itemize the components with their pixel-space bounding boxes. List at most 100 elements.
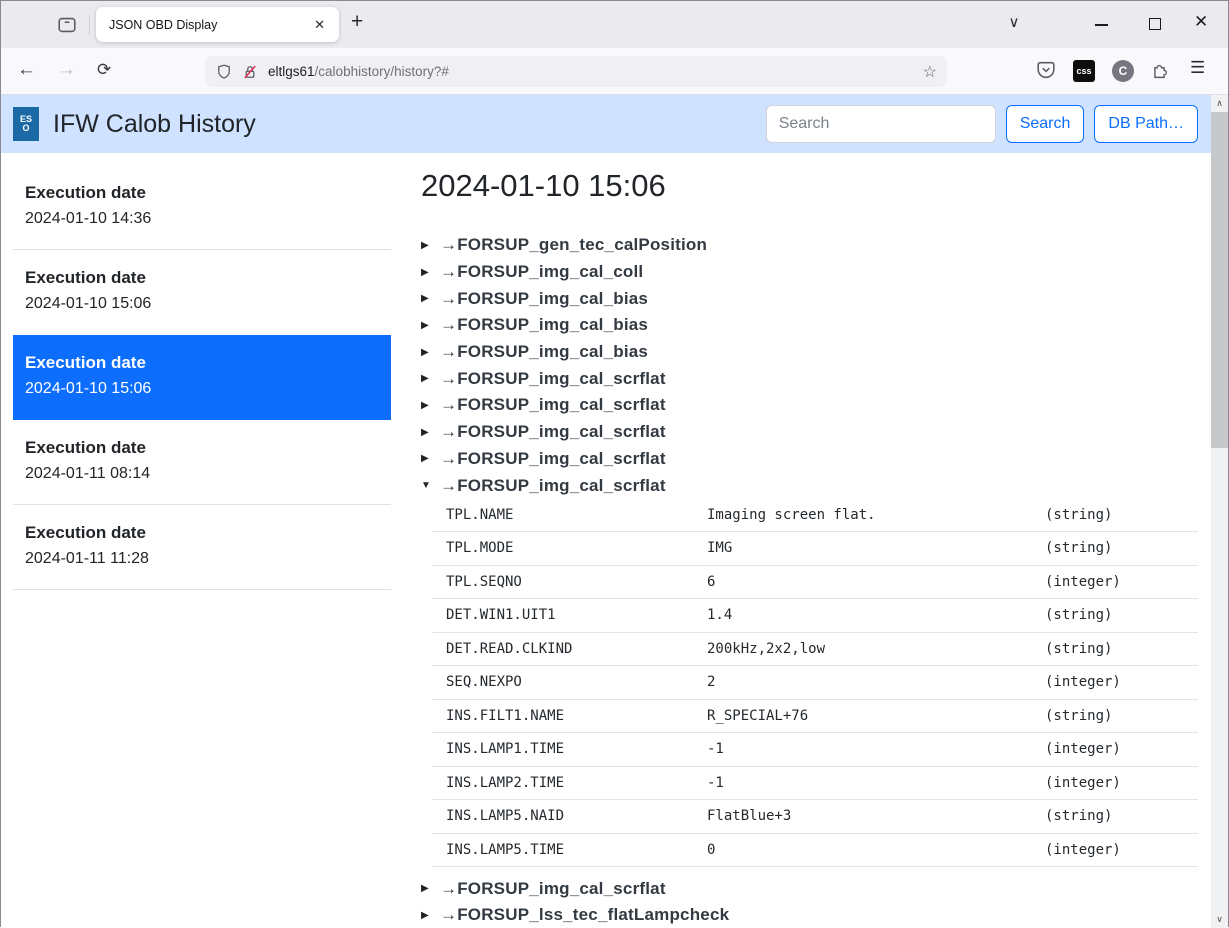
main-panel: 2024-01-10 15:06 ▶ →FORSUP_gen_tec_calPo…: [421, 153, 1198, 928]
param-key: TPL.NAME: [432, 507, 707, 523]
close-tab-icon[interactable]: ✕: [310, 15, 329, 35]
tree-item-label: →FORSUP_img_cal_bias: [440, 315, 648, 335]
execution-date-item[interactable]: Execution date 2024-01-11 11:28: [13, 505, 391, 590]
browser-tab[interactable]: JSON OBD Display ✕: [96, 7, 339, 42]
window-maximize-button[interactable]: [1149, 18, 1161, 30]
execution-date-list: Execution date 2024-01-10 14:36 Executio…: [13, 165, 391, 590]
hamburger-menu-icon[interactable]: ☰: [1190, 58, 1205, 78]
caret-icon: ▶: [421, 883, 433, 894]
execution-date-item[interactable]: Execution date 2024-01-10 15:06: [13, 250, 391, 335]
caret-icon: ▶: [421, 427, 433, 438]
table-row: SEQ.NEXPO 2 (integer): [432, 666, 1198, 700]
caret-icon: ▼: [421, 480, 433, 491]
param-key: TPL.SEQNO: [432, 574, 707, 590]
tree-item[interactable]: ▶ →FORSUP_img_cal_bias: [421, 312, 1198, 339]
execution-date-label: Execution date: [25, 523, 367, 543]
vertical-scrollbar[interactable]: ∧ ∨: [1211, 95, 1228, 928]
insecure-lock-icon[interactable]: [241, 63, 259, 81]
tree-item[interactable]: ▶ →FORSUP_lss_tec_flatLampcheck: [421, 902, 1198, 928]
window-close-button[interactable]: ✕: [1194, 12, 1208, 32]
eso-logo: ES O: [13, 107, 39, 141]
caret-icon: ▶: [421, 453, 433, 464]
search-button[interactable]: Search: [1006, 105, 1085, 143]
search-input[interactable]: [766, 105, 996, 143]
scroll-up-icon[interactable]: ∧: [1211, 95, 1228, 112]
tree-item[interactable]: ▶ →FORSUP_img_cal_scrflat: [421, 446, 1198, 473]
execution-date-item[interactable]: Execution date 2024-01-10 14:36: [13, 165, 391, 250]
table-row: TPL.SEQNO 6 (integer): [432, 566, 1198, 600]
tree-item[interactable]: ▶ →FORSUP_img_cal_scrflat: [421, 392, 1198, 419]
param-type: (integer): [1045, 674, 1198, 690]
shield-icon[interactable]: [215, 63, 233, 81]
tree-item[interactable]: ▶ →FORSUP_img_cal_bias: [421, 285, 1198, 312]
tree-item-label: →FORSUP_img_cal_coll: [440, 262, 643, 282]
pocket-icon[interactable]: [1035, 59, 1057, 86]
tree-item[interactable]: ▶ →FORSUP_img_cal_scrflat: [421, 419, 1198, 446]
logo-text-bottom: O: [22, 124, 29, 133]
param-key: INS.FILT1.NAME: [432, 708, 707, 724]
execution-date-item[interactable]: Execution date 2024-01-11 08:14: [13, 420, 391, 505]
back-button[interactable]: ←: [17, 59, 36, 81]
execution-date-label: Execution date: [25, 183, 367, 203]
web-page: ES O IFW Calob History Search DB Path… E…: [1, 95, 1213, 928]
param-value: FlatBlue+3: [707, 808, 1045, 824]
window-minimize-button[interactable]: [1095, 24, 1108, 26]
tree-item[interactable]: ▶ →FORSUP_img_cal_bias: [421, 339, 1198, 366]
url-path: /calobhistory/history?#: [315, 64, 449, 79]
content-area: Execution date 2024-01-10 14:36 Executio…: [1, 153, 1213, 928]
table-row: INS.LAMP2.TIME -1 (integer): [432, 767, 1198, 801]
reload-button[interactable]: ⟳: [97, 60, 111, 80]
parameters-table: TPL.NAME Imaging screen flat. (string) T…: [432, 499, 1198, 868]
browser-titlebar: JSON OBD Display ✕ + ∨ ✕: [1, 1, 1228, 48]
param-key: TPL.MODE: [432, 540, 707, 556]
tree-item-label: →FORSUP_img_cal_scrflat: [440, 449, 666, 469]
tree-item-label: →FORSUP_img_cal_bias: [440, 342, 648, 362]
template-tree: ▶ →FORSUP_gen_tec_calPosition ▶ →FORSUP_…: [421, 232, 1198, 499]
tree-item-label: →FORSUP_img_cal_bias: [440, 289, 648, 309]
param-value: Imaging screen flat.: [707, 507, 1045, 523]
param-type: (string): [1045, 607, 1198, 623]
param-type: (integer): [1045, 574, 1198, 590]
extensions-puzzle-icon[interactable]: [1151, 59, 1172, 85]
firefox-view-icon[interactable]: [53, 11, 81, 39]
scrollbar-thumb[interactable]: [1211, 112, 1228, 448]
c-extension-icon[interactable]: C: [1112, 60, 1134, 82]
execution-date-label: Execution date: [25, 438, 367, 458]
table-row: INS.FILT1.NAME R_SPECIAL+76 (string): [432, 700, 1198, 734]
caret-icon: ▶: [421, 267, 433, 278]
css-extension-icon[interactable]: css: [1073, 60, 1095, 82]
tree-item[interactable]: ▶ →FORSUP_img_cal_scrflat: [421, 365, 1198, 392]
list-all-tabs-icon[interactable]: ∨: [1001, 13, 1027, 31]
tree-item-label: →FORSUP_lss_tec_flatLampcheck: [440, 905, 729, 925]
url-bar[interactable]: eltlgs61/calobhistory/history?# ☆: [205, 56, 947, 87]
tree-item[interactable]: ▶ →FORSUP_img_cal_scrflat: [421, 875, 1198, 902]
tree-item[interactable]: ▶ →FORSUP_gen_tec_calPosition: [421, 232, 1198, 259]
param-key: INS.LAMP5.TIME: [432, 842, 707, 858]
forward-button[interactable]: →: [57, 59, 76, 81]
param-key: INS.LAMP2.TIME: [432, 775, 707, 791]
scroll-down-icon[interactable]: ∨: [1211, 911, 1228, 928]
execution-date-value: 2024-01-11 11:28: [25, 550, 367, 568]
tree-item[interactable]: ▶ →FORSUP_img_cal_coll: [421, 259, 1198, 286]
bookmark-star-icon[interactable]: ☆: [923, 62, 937, 82]
table-row: DET.READ.CLKIND 200kHz,2x2,low (string): [432, 633, 1198, 667]
table-row: INS.LAMP5.NAID FlatBlue+3 (string): [432, 800, 1198, 834]
param-value: -1: [707, 775, 1045, 791]
tab-separator: [89, 15, 90, 35]
execution-date-label: Execution date: [25, 353, 367, 373]
execution-date-label: Execution date: [25, 268, 367, 288]
caret-icon: ▶: [421, 240, 433, 251]
param-key: DET.READ.CLKIND: [432, 641, 707, 657]
param-value: 2: [707, 674, 1045, 690]
tree-item[interactable]: ▼ →FORSUP_img_cal_scrflat: [421, 472, 1198, 499]
param-type: (string): [1045, 708, 1198, 724]
execution-date-item[interactable]: Execution date 2024-01-10 15:06: [13, 335, 391, 420]
page-title: IFW Calob History: [53, 110, 256, 139]
param-type: (string): [1045, 540, 1198, 556]
param-value: R_SPECIAL+76: [707, 708, 1045, 724]
param-key: DET.WIN1.UIT1: [432, 607, 707, 623]
db-path-button[interactable]: DB Path…: [1094, 105, 1198, 143]
table-row: INS.LAMP5.TIME 0 (integer): [432, 834, 1198, 868]
template-tree-bottom: ▶ →FORSUP_img_cal_scrflat ▶ →FORSUP_lss_…: [421, 875, 1198, 928]
new-tab-button[interactable]: +: [351, 10, 363, 34]
